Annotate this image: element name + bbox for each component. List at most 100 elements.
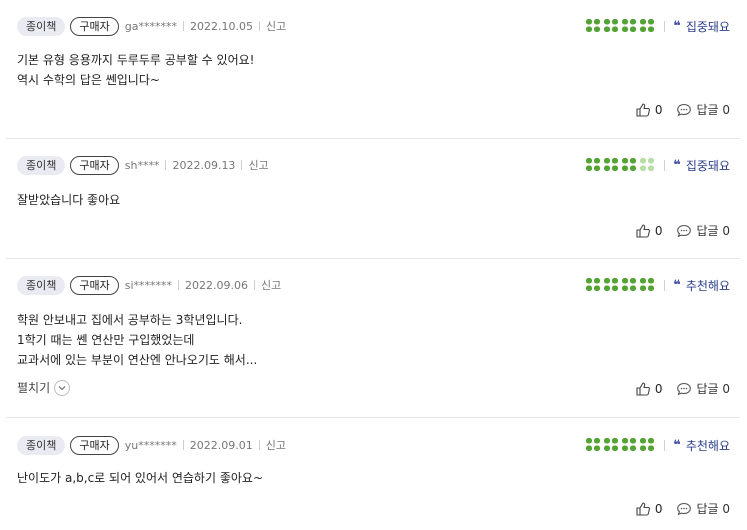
clover-icon	[640, 156, 655, 175]
review-content: 기본 유형 응용까지 두루두루 공부할 수 있어요! 역시 수학의 답은 쎈입니다…	[17, 50, 254, 90]
thumbs-up-icon	[635, 102, 655, 118]
speech-bubble-icon	[676, 102, 696, 118]
reply-label: 답글 0	[696, 382, 730, 396]
review-content: 잘받았습니다 좋아요	[17, 190, 120, 210]
clover-icon	[640, 17, 655, 36]
expand-button[interactable]: 펼치기	[17, 379, 71, 396]
clover-icon	[586, 276, 601, 295]
format-badge: 종이책	[17, 16, 66, 36]
review-meta: 종이책 구매자 ga******* 2022.10.05 신고	[17, 16, 286, 36]
speech-bubble-icon	[676, 223, 696, 239]
review-actions: 0 답글 0	[635, 222, 730, 239]
buyer-badge: 구매자	[70, 435, 119, 455]
quote-icon: ❝	[673, 18, 681, 34]
buyer-badge: 구매자	[70, 155, 119, 175]
format-badge: 종이책	[17, 275, 66, 295]
reviewer-id: yu*******	[124, 438, 177, 452]
quote-icon: ❝	[673, 277, 681, 293]
divider	[664, 159, 666, 171]
rating-keyword: 집중돼요	[685, 19, 730, 34]
review-item: 종이책 구매자 ga******* 2022.10.05 신고 ❝ 집중돼요 기본 유형 응용…	[6, 0, 740, 139]
divider	[258, 440, 260, 450]
rating: ❝ 집중돼요	[586, 155, 730, 175]
chevron-down-icon	[54, 379, 71, 396]
review-content: 난이도가 a,b,c로 되어 있어서 연습하기 좋아요~	[17, 468, 263, 488]
review-text-line: 역시 수학의 답은 쎈입니다~	[17, 73, 160, 87]
divider	[165, 160, 167, 170]
like-count: 0	[654, 223, 663, 238]
clover-icon	[640, 436, 655, 455]
rating: ❝ 집중돼요	[586, 16, 730, 36]
reviewer-id: si*******	[124, 278, 173, 292]
clover-icon	[586, 17, 601, 36]
clover-icon	[622, 156, 637, 175]
reviewer-id: ga*******	[124, 19, 177, 33]
clover-icon	[604, 17, 619, 36]
divider	[182, 440, 184, 450]
review-actions: 0 답글 0	[635, 101, 730, 118]
format-badge: 종이책	[17, 435, 66, 455]
review-date: 2022.09.01	[189, 438, 253, 452]
like-button[interactable]: 0	[635, 501, 663, 517]
divider	[178, 280, 180, 290]
review-text-line: 교과서에 있는 부분이 연산엔 안나오기도 해서...	[17, 353, 258, 367]
reply-button[interactable]: 답글 0	[676, 101, 730, 118]
clover-rating	[586, 17, 655, 36]
reply-button[interactable]: 답글 0	[676, 500, 730, 517]
clover-icon	[622, 276, 637, 295]
reply-label: 답글 0	[696, 224, 730, 238]
clover-icon	[622, 436, 637, 455]
quote-icon: ❝	[673, 157, 681, 173]
rating-keyword: 추천해요	[685, 278, 730, 293]
clover-icon	[604, 276, 619, 295]
like-button[interactable]: 0	[635, 102, 663, 118]
reply-button[interactable]: 답글 0	[676, 222, 730, 239]
like-button[interactable]: 0	[635, 223, 663, 239]
divider	[258, 21, 260, 31]
thumbs-up-icon	[635, 501, 655, 517]
review-text-line: 기본 유형 응용까지 두루두루 공부할 수 있어요!	[17, 53, 255, 67]
divider	[664, 439, 666, 451]
clover-icon	[604, 436, 619, 455]
like-count: 0	[654, 381, 663, 396]
clover-icon	[586, 156, 601, 175]
clover-rating	[586, 276, 655, 295]
reply-button[interactable]: 답글 0	[676, 380, 730, 397]
report-link[interactable]: 신고	[248, 157, 268, 173]
clover-icon	[586, 436, 601, 455]
buyer-badge: 구매자	[70, 275, 119, 295]
rating-keyword: 추천해요	[685, 438, 730, 453]
review-actions: 0 답글 0	[635, 500, 730, 517]
review-item: 종이책 구매자 yu******* 2022.09.01 신고 ❝ 추천해요난이도가 a,b…	[6, 418, 740, 530]
divider	[254, 280, 256, 290]
rating: ❝ 추천해요	[586, 275, 730, 295]
review-text-line: 학원 안보내고 집에서 공부하는 3학년입니다.	[17, 313, 243, 327]
rating: ❝ 추천해요	[586, 435, 730, 455]
reply-label: 답글 0	[696, 502, 730, 516]
report-link[interactable]: 신고	[261, 277, 281, 293]
speech-bubble-icon	[676, 381, 696, 397]
clover-rating	[586, 436, 655, 455]
review-date: 2022.09.06	[185, 278, 249, 292]
like-count: 0	[654, 501, 663, 516]
clover-icon	[622, 17, 637, 36]
clover-rating	[586, 156, 655, 175]
report-link[interactable]: 신고	[266, 18, 286, 34]
rating-keyword: 집중돼요	[685, 158, 730, 173]
clover-icon	[604, 156, 619, 175]
review-actions: 0 답글 0	[635, 380, 730, 397]
clover-icon	[640, 276, 655, 295]
like-count: 0	[654, 102, 663, 117]
report-link[interactable]: 신고	[266, 437, 286, 453]
divider	[664, 20, 666, 32]
format-badge: 종이책	[17, 155, 66, 175]
divider	[182, 21, 184, 31]
review-text-line: 난이도가 a,b,c로 되어 있어서 연습하기 좋아요~	[17, 471, 264, 485]
review-content: 학원 안보내고 집에서 공부하는 3학년입니다. 1학기 때는 쎈 연산만 구입했…	[17, 310, 257, 370]
thumbs-up-icon	[635, 381, 655, 397]
quote-icon: ❝	[673, 437, 681, 453]
review-date: 2022.10.05	[189, 19, 253, 33]
review-date: 2022.09.13	[172, 158, 236, 172]
like-button[interactable]: 0	[635, 381, 663, 397]
speech-bubble-icon	[676, 501, 696, 517]
